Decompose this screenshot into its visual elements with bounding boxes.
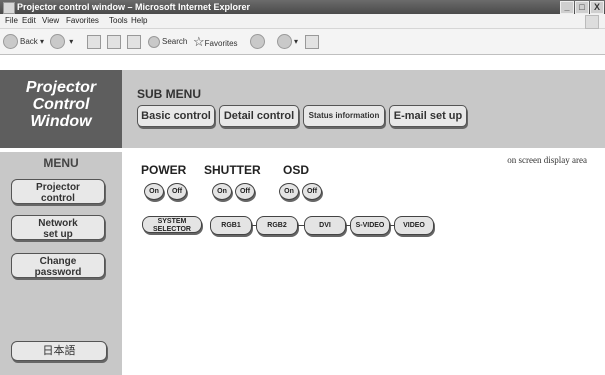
projector-control-label-1: Projector <box>36 182 80 193</box>
osd-label: OSD <box>283 163 310 177</box>
status-information-button[interactable]: Status information <box>303 105 385 127</box>
mail-button[interactable]: ▾ <box>277 34 298 50</box>
shutter-label: SHUTTER <box>204 163 261 177</box>
stop-button[interactable] <box>87 34 101 49</box>
system-selector-button[interactable]: SYSTEM SELECTOR <box>142 216 202 233</box>
input-video-button[interactable]: VIDEO <box>394 216 434 235</box>
print-button[interactable] <box>305 34 319 49</box>
refresh-icon <box>107 34 121 49</box>
windows-logo-icon <box>585 15 599 29</box>
email-setup-button[interactable]: E-mail set up <box>389 105 467 127</box>
stop-icon <box>87 34 101 49</box>
browser-icon <box>3 2 15 14</box>
home-button[interactable] <box>127 34 141 49</box>
menu-view[interactable]: View <box>42 14 59 28</box>
power-off-button[interactable]: Off <box>167 183 187 200</box>
forward-button[interactable]: ▾ <box>50 34 73 50</box>
logo-line-3: Window <box>30 113 92 130</box>
projector-control-label-2: control <box>41 193 75 204</box>
basic-control-button[interactable]: Basic control <box>137 105 215 127</box>
projector-control-button[interactable]: Projector control <box>11 179 105 204</box>
menu-help[interactable]: Help <box>131 14 147 28</box>
input-rgb2-button[interactable]: RGB2 <box>256 216 298 235</box>
refresh-button[interactable] <box>107 34 121 49</box>
star-icon: ☆ <box>193 34 205 49</box>
shutter-on-button[interactable]: On <box>212 183 232 200</box>
search-button[interactable]: Search <box>148 34 187 49</box>
network-setup-label-2: set up <box>43 229 73 240</box>
input-svideo-button[interactable]: S-VIDEO <box>350 216 390 235</box>
shutter-off-button[interactable]: Off <box>235 183 255 200</box>
detail-control-button[interactable]: Detail control <box>219 105 299 127</box>
maximize-button[interactable]: □ <box>575 1 589 14</box>
osd-off-button[interactable]: Off <box>302 183 322 200</box>
change-password-label-2: password <box>34 267 82 278</box>
network-setup-label-1: Network <box>38 218 78 229</box>
history-icon <box>250 34 265 50</box>
power-label: POWER <box>141 163 187 177</box>
change-password-label-1: Change <box>39 256 77 267</box>
favorites-label: Favorites <box>204 39 238 48</box>
japanese-language-button[interactable]: 日本語 <box>11 341 107 361</box>
submenu-bar: SUB MENU Basic control Detail control St… <box>122 70 605 148</box>
mail-icon <box>277 34 292 50</box>
input-dvi-button[interactable]: DVI <box>304 216 346 235</box>
menu-edit[interactable]: Edit <box>22 14 36 28</box>
close-button[interactable]: X <box>590 1 604 14</box>
menu-file[interactable]: File <box>5 14 18 28</box>
osd-on-button[interactable]: On <box>279 183 299 200</box>
logo-line-2: Control <box>32 96 90 113</box>
back-button[interactable]: Back ▾ <box>3 34 44 50</box>
network-setup-button[interactable]: Network set up <box>11 215 105 240</box>
osd-area-label: on screen display area <box>507 155 587 165</box>
submenu-title: SUB MENU <box>137 87 202 101</box>
menu-bar: File Edit View Favorites Tools Help <box>0 14 605 29</box>
favorites-button[interactable]: ☆Favorites <box>193 34 238 49</box>
search-icon <box>148 35 160 48</box>
forward-arrow-icon <box>50 34 65 50</box>
browser-toolbar: Back ▾ ▾ Search ☆Favorites ▾ <box>0 29 605 55</box>
left-menu: MENU Projector control Network set up Ch… <box>0 148 122 375</box>
menu-tools[interactable]: Tools <box>109 14 128 28</box>
main-panel: on screen display area POWER On Off SHUT… <box>122 148 605 375</box>
back-label: Back <box>20 37 38 46</box>
back-arrow-icon <box>3 34 18 50</box>
window-title: Projector control window – Microsoft Int… <box>17 2 251 12</box>
window-title-bar[interactable]: Projector control window – Microsoft Int… <box>0 0 605 14</box>
logo-line-1: Projector <box>25 79 97 96</box>
history-button[interactable] <box>250 34 267 50</box>
menu-title: MENU <box>43 156 79 170</box>
search-label: Search <box>162 37 188 46</box>
change-password-button[interactable]: Change password <box>11 253 105 278</box>
projector-control-window-logo: Projector Control Window <box>0 70 122 148</box>
print-icon <box>305 34 319 49</box>
minimize-button[interactable]: _ <box>560 1 574 14</box>
input-rgb1-button[interactable]: RGB1 <box>210 216 252 235</box>
menu-favorites[interactable]: Favorites <box>66 14 99 28</box>
power-on-button[interactable]: On <box>144 183 164 200</box>
home-icon <box>127 34 141 49</box>
system-selector-label-2: SELECTOR <box>153 226 191 233</box>
system-selector-label-1: SYSTEM <box>157 218 187 225</box>
